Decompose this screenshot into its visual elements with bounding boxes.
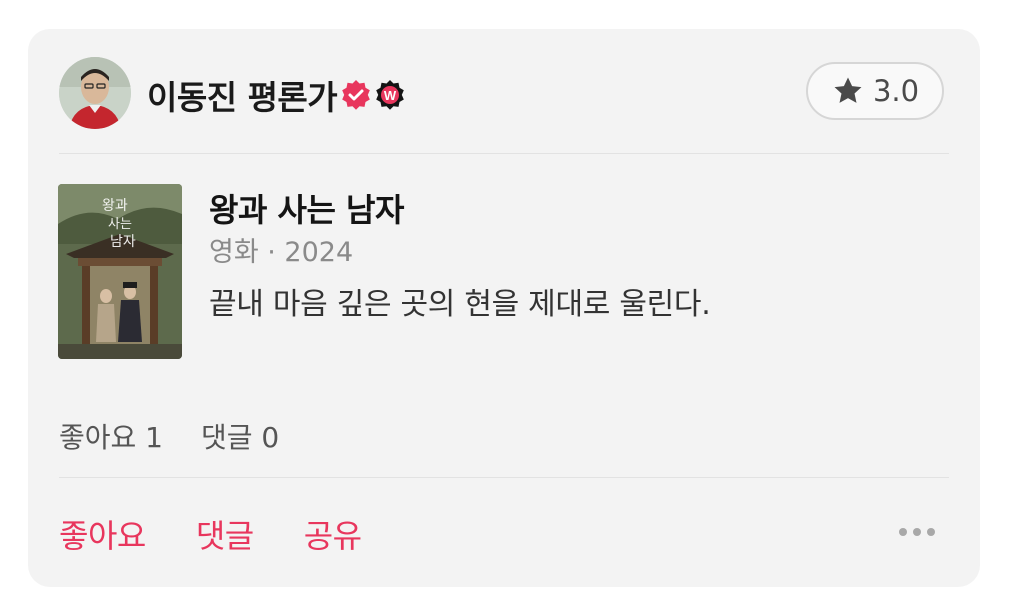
header-divider	[59, 153, 949, 154]
author-line: 이동진 평론가 W	[147, 75, 405, 117]
comments-count: 댓글 0	[201, 421, 280, 454]
more-dots-icon[interactable]	[892, 520, 942, 544]
stats-row: 좋아요 1 댓글 0	[59, 416, 317, 456]
badge-letter: W	[384, 88, 397, 103]
like-button[interactable]: 좋아요	[59, 511, 146, 557]
rating-value: 3.0	[872, 74, 920, 108]
share-button[interactable]: 공유	[304, 511, 362, 557]
movie-poster[interactable]: 왕과 사는 남자	[58, 184, 182, 359]
star-icon	[834, 77, 862, 103]
actions-divider	[59, 477, 949, 478]
review-text[interactable]: 끝내 마음 깊은 곳의 현을 제대로 울린다.	[209, 279, 711, 323]
review-card: 이동진 평론가 W 3.0 왕과 사는 남자 왕과 사는 남자 영화 · 202…	[28, 29, 980, 587]
likes-count: 좋아요 1	[59, 421, 163, 454]
movie-meta: 영화 · 2024	[209, 237, 354, 268]
verified-check-icon	[341, 80, 371, 110]
author-name[interactable]: 이동진 평론가	[147, 71, 338, 119]
svg-text:남자: 남자	[110, 234, 136, 250]
rating-pill[interactable]: 3.0	[806, 62, 944, 120]
comment-button[interactable]: 댓글	[196, 511, 254, 557]
watcha-w-badge-icon: W	[375, 80, 405, 110]
svg-text:사는: 사는	[108, 217, 132, 232]
avatar[interactable]	[59, 57, 131, 129]
movie-title[interactable]: 왕과 사는 남자	[209, 185, 404, 231]
svg-text:왕과: 왕과	[102, 198, 128, 214]
action-bar: 좋아요 댓글 공유	[59, 511, 412, 557]
